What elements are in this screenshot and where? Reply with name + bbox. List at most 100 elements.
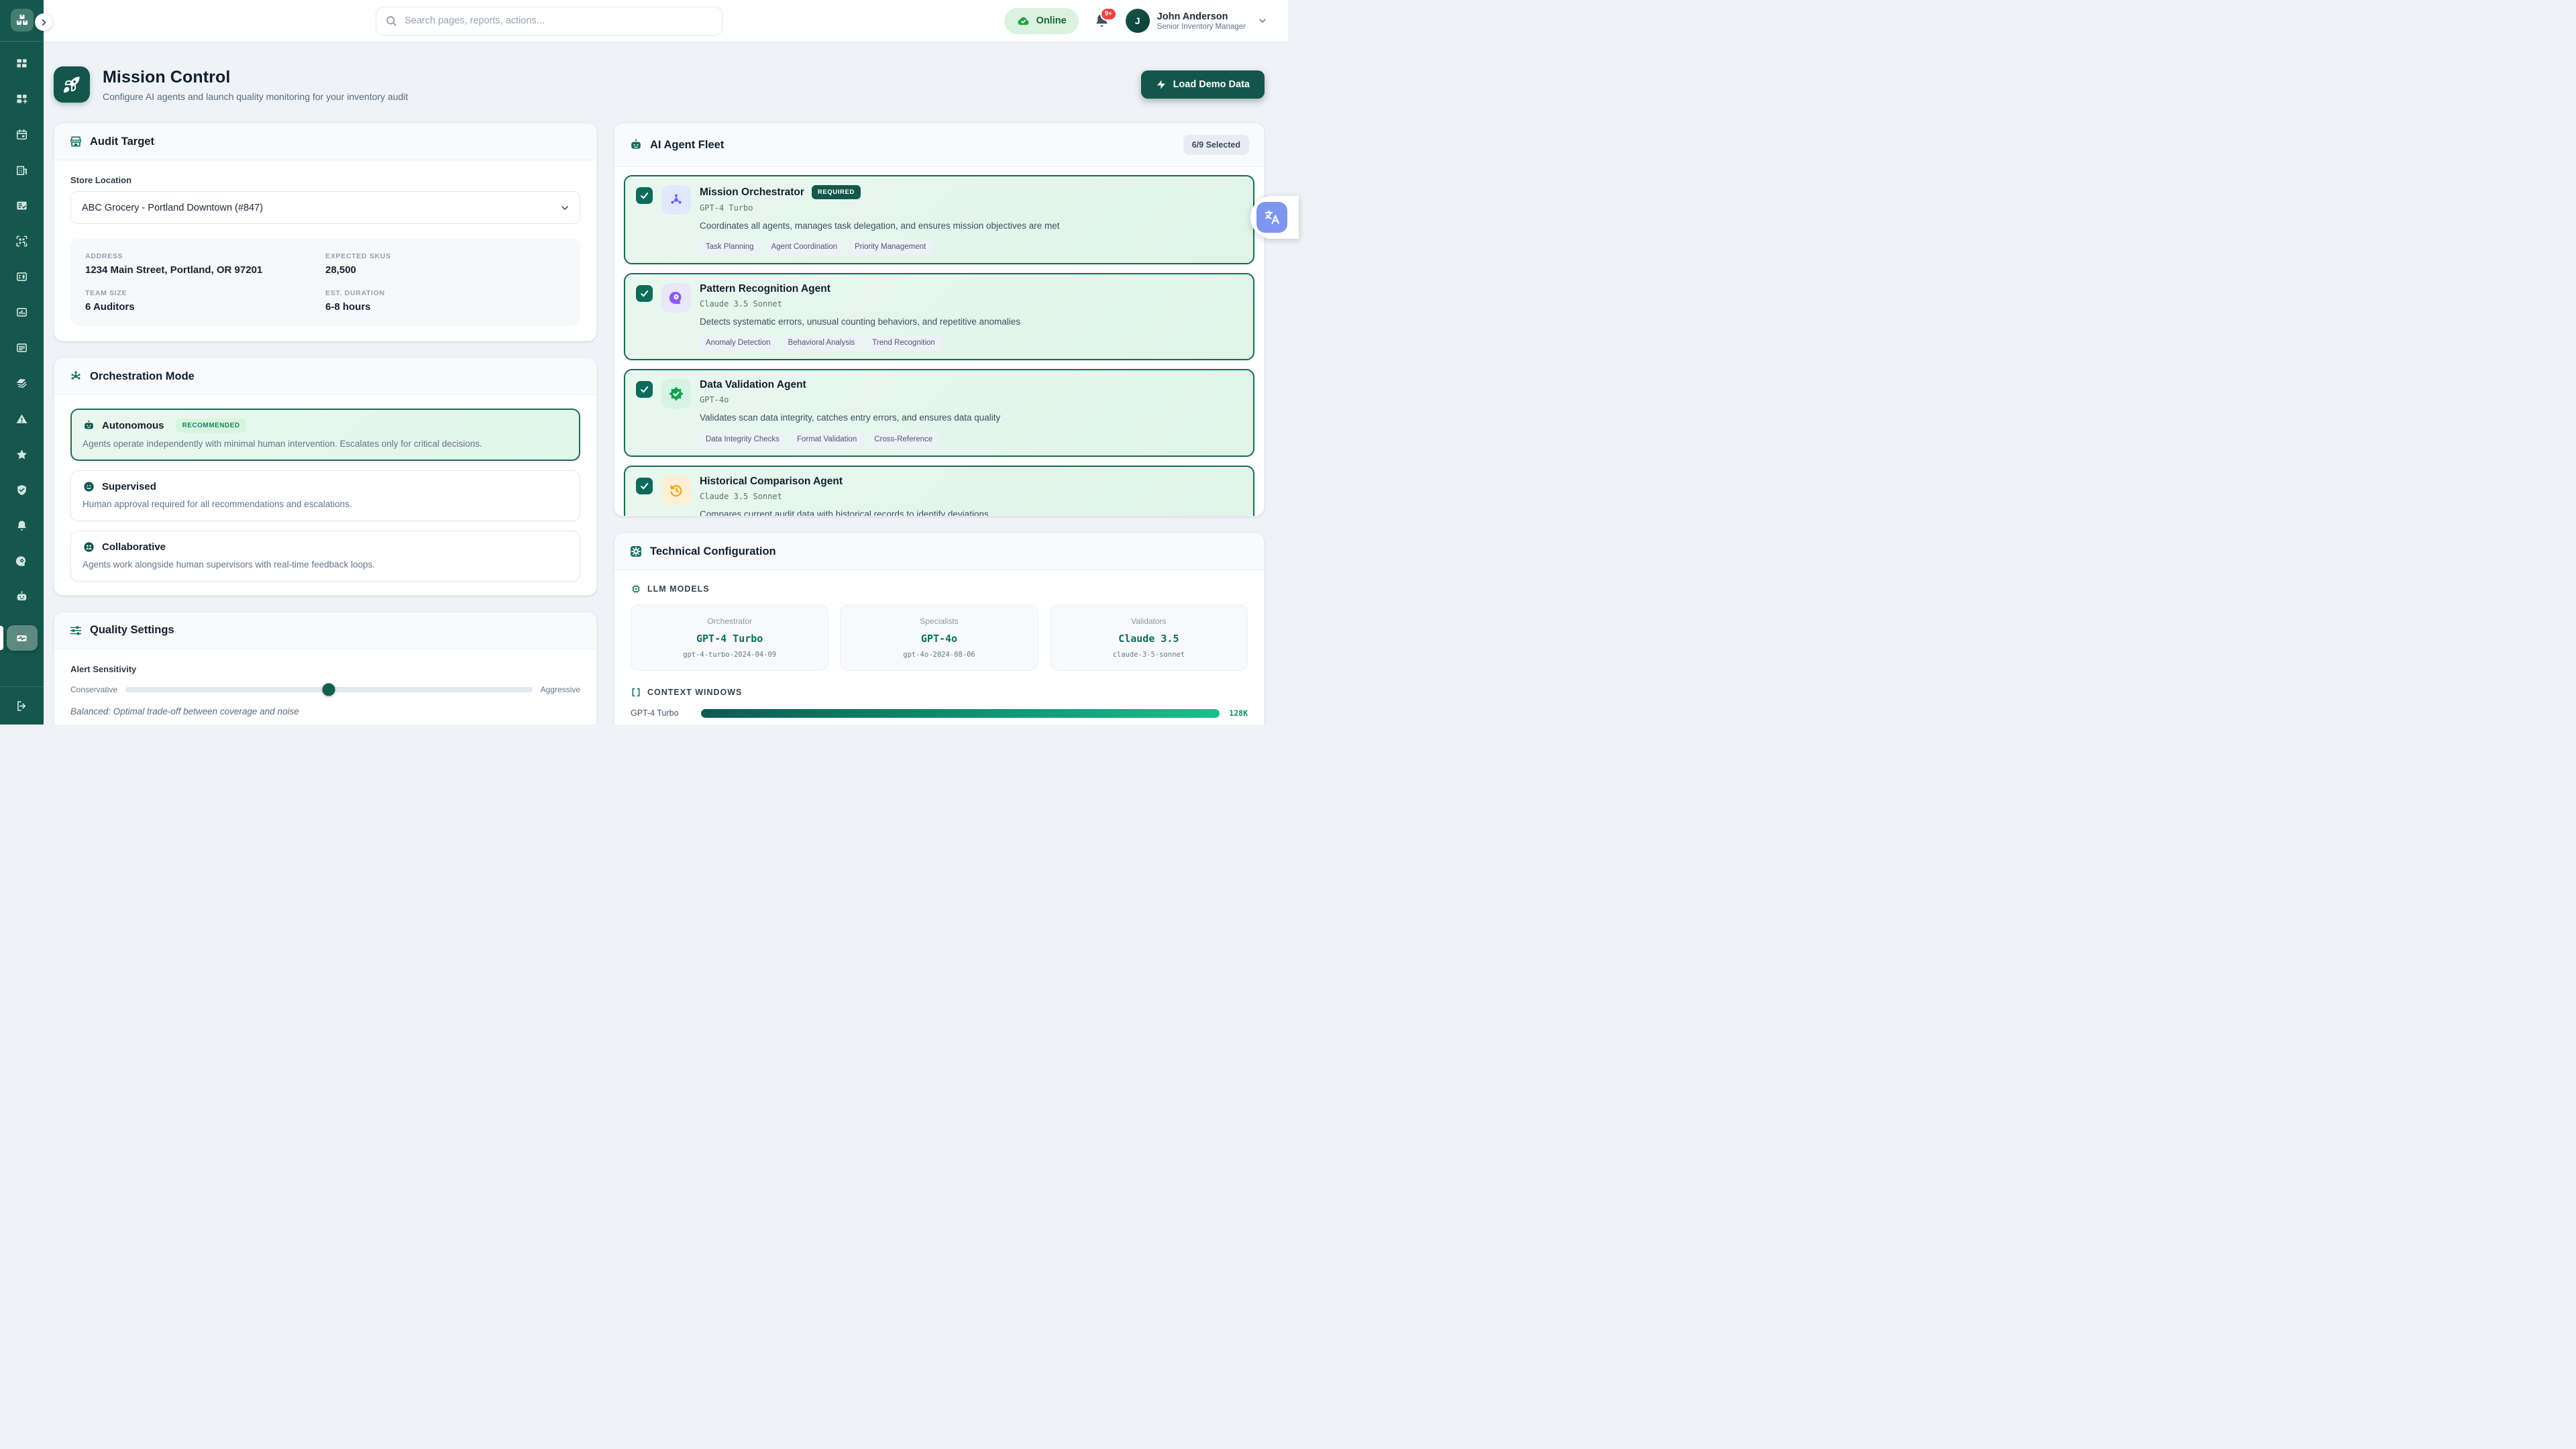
sidebar-item-layout-add-icon[interactable]: [15, 92, 29, 105]
logout-icon[interactable]: [15, 699, 29, 712]
user-role: Senior Inventory Manager: [1157, 23, 1246, 31]
sidebar-item-building-icon[interactable]: [15, 163, 29, 176]
check-icon: [639, 288, 649, 299]
history-clock-icon: [661, 476, 691, 505]
mode-option-collaborative[interactable]: Collaborative Agents work alongside huma…: [70, 531, 580, 582]
sliders-icon: [69, 624, 83, 637]
slider-max-label: Aggressive: [541, 685, 580, 694]
notification-count-badge: 9+: [1100, 7, 1117, 21]
user-menu[interactable]: J John Anderson Senior Inventory Manager: [1126, 9, 1268, 33]
translate-widget[interactable]: [1250, 196, 1299, 239]
audit-target-card: Audit Target Store Location ABC Grocery …: [54, 123, 597, 341]
sidebar-item-layers-icon[interactable]: [15, 376, 29, 390]
mode-option-autonomous[interactable]: Autonomous RECOMMENDED Agents operate in…: [70, 409, 580, 461]
orchestration-mode-card: Orchestration Mode Autonomous RECOMMENDE…: [54, 358, 597, 596]
robot-icon: [629, 138, 643, 152]
sidebar-bottom: [0, 686, 44, 724]
brackets-icon: [631, 687, 641, 698]
agent-tags: Data Integrity Checks Format Validation …: [700, 432, 1242, 447]
check-icon: [639, 191, 649, 201]
agent-card-mission-orchestrator[interactable]: Mission Orchestrator REQUIRED GPT-4 Turb…: [624, 175, 1254, 264]
content-columns: Audit Target Store Location ABC Grocery …: [54, 123, 1265, 724]
context-bar: [701, 709, 1220, 718]
agent-card-data-validation[interactable]: Data Validation Agent GPT-4o Validates s…: [624, 369, 1254, 456]
search-input[interactable]: [376, 7, 722, 36]
sidebar-item-clipboard-check-icon[interactable]: [15, 199, 29, 212]
sidebar-item-shield-check-icon[interactable]: [15, 483, 29, 496]
agent-name: Historical Comparison Agent: [700, 476, 843, 488]
agent-card-historical-comparison[interactable]: Historical Comparison Agent Claude 3.5 S…: [624, 466, 1254, 516]
required-badge: REQUIRED: [812, 185, 861, 199]
context-row-gpt4-turbo: GPT-4 Turbo 128K: [631, 708, 1248, 718]
agent-card-pattern-recognition[interactable]: Pattern Recognition Agent Claude 3.5 Son…: [624, 273, 1254, 360]
agent-list: Mission Orchestrator REQUIRED GPT-4 Turb…: [614, 167, 1264, 516]
model-box-validators: Validators Claude 3.5 claude-3-5-sonnet: [1050, 604, 1248, 671]
sidebar: [0, 0, 44, 724]
topbar-right: Online 9+ J John Anderson Senior Invento…: [1004, 8, 1268, 34]
translate-icon: [1256, 202, 1287, 233]
technical-configuration-card: Technical Configuration LLM MODELS Orche…: [614, 533, 1265, 724]
sidebar-item-ai-brain-icon[interactable]: [15, 554, 29, 568]
sidebar-item-dashboard-icon[interactable]: [15, 56, 29, 70]
sidebar-item-list-report-icon[interactable]: [15, 341, 29, 354]
brain-gear-icon: [661, 283, 691, 313]
mode-name: Autonomous: [102, 420, 164, 431]
page-subtitle: Configure AI agents and launch quality m…: [103, 91, 408, 102]
app-logo-boxes-icon[interactable]: [11, 9, 34, 32]
sidebar-item-qr-scan-icon[interactable]: [15, 234, 29, 248]
network-hub-icon: [661, 185, 691, 215]
check-icon: [639, 384, 649, 394]
mode-name: Supervised: [102, 481, 156, 492]
mode-description: Agents operate independently with minima…: [83, 438, 568, 451]
user-name: John Anderson: [1157, 11, 1246, 23]
sidebar-item-bar-chart-icon[interactable]: [15, 305, 29, 319]
sidebar-item-favorites-icon[interactable]: [15, 447, 29, 461]
quality-header: Quality Settings: [54, 612, 596, 649]
agent-checkbox-checked[interactable]: [636, 285, 653, 302]
agent-checkbox-checked[interactable]: [636, 187, 653, 204]
status-badge: Online: [1004, 8, 1079, 34]
alert-sensitivity-label: Alert Sensitivity: [70, 664, 580, 674]
agent-checkbox-checked[interactable]: [636, 381, 653, 398]
sidebar-item-notifications-icon[interactable]: [15, 519, 29, 532]
sidebar-item-activity-monitor-active[interactable]: [7, 625, 38, 651]
model-box-orchestrator: Orchestrator GPT-4 Turbo gpt-4-turbo-202…: [631, 604, 828, 671]
mode-option-supervised[interactable]: Supervised Human approval required for a…: [70, 470, 580, 521]
context-windows-label: CONTEXT WINDOWS: [631, 687, 1248, 698]
sensitivity-slider[interactable]: [125, 687, 533, 692]
cpu-icon: [631, 584, 641, 594]
tech-config-header: Technical Configuration: [614, 533, 1264, 570]
load-demo-data-button[interactable]: Load Demo Data: [1141, 70, 1265, 99]
fleet-title: AI Agent Fleet: [650, 139, 724, 152]
user-face-icon: [83, 480, 95, 493]
agent-description: Detects systematic errors, unusual count…: [700, 316, 1242, 328]
mode-name: Collaborative: [102, 541, 166, 553]
sidebar-item-calendar-icon[interactable]: [15, 127, 29, 141]
status-label: Online: [1036, 15, 1067, 26]
store-location-select[interactable]: ABC Grocery - Portland Downtown (#847): [70, 191, 580, 224]
info-est-duration: EST. DURATION 6-8 hours: [325, 289, 566, 313]
chevron-down-icon: [1257, 15, 1268, 26]
agent-model: GPT-4o: [700, 395, 1242, 405]
sidebar-item-columns-board-icon[interactable]: [15, 270, 29, 283]
ai-agent-fleet-card: AI Agent Fleet 6/9 Selected: [614, 123, 1265, 517]
orchestration-body: Autonomous RECOMMENDED Agents operate in…: [54, 395, 596, 595]
topbar: Online 9+ J John Anderson Senior Invento…: [44, 0, 1288, 42]
agent-tag: Format Validation: [791, 432, 863, 447]
sidebar-item-robot-icon[interactable]: [15, 590, 29, 603]
agent-checkbox-checked[interactable]: [636, 478, 653, 494]
sidebar-item-alerts-icon[interactable]: [15, 412, 29, 425]
agent-tag: Trend Recognition: [866, 335, 941, 350]
agent-tag: Priority Management: [849, 239, 932, 254]
page-header: Mission Control Configure AI agents and …: [54, 65, 1265, 104]
alert-sensitivity-slider-row: Conservative Aggressive: [70, 685, 580, 694]
slider-thumb[interactable]: [323, 683, 335, 696]
agent-description: Validates scan data integrity, catches e…: [700, 412, 1242, 424]
chevron-down-icon: [559, 203, 570, 213]
sidebar-expand-button[interactable]: [35, 13, 52, 31]
context-window-rows: GPT-4 Turbo 128K GPT-4o: [631, 708, 1248, 724]
notifications-button[interactable]: 9+: [1093, 12, 1111, 30]
agent-tags: Anomaly Detection Behavioral Analysis Tr…: [700, 335, 1242, 350]
audit-target-header: Audit Target: [54, 123, 596, 160]
agent-tag: Data Integrity Checks: [700, 432, 786, 447]
